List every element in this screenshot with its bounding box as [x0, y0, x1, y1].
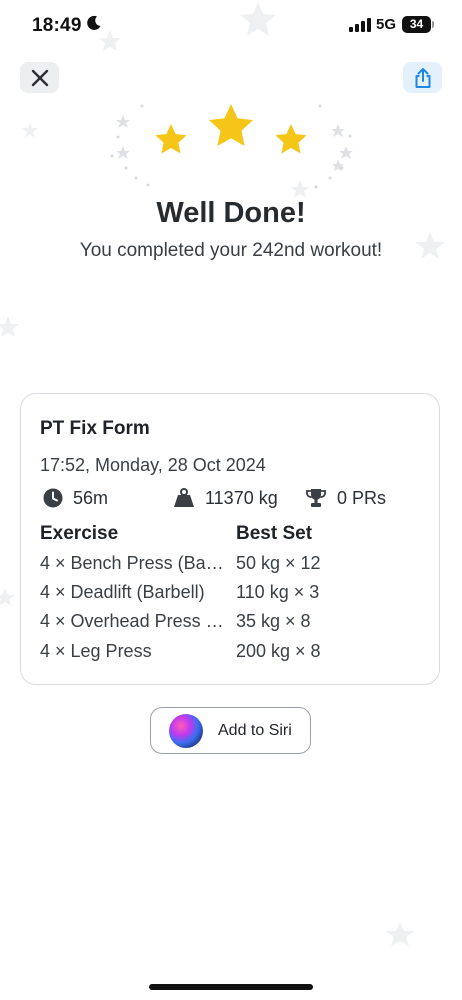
siri-icon [169, 714, 203, 748]
close-button[interactable] [20, 62, 59, 93]
network-label: 5G [376, 16, 397, 33]
sparkle-star-icon [116, 115, 130, 128]
add-to-siri-button[interactable]: Add to Siri [150, 707, 311, 754]
star-icon [275, 124, 307, 154]
best-set-value: 35 kg × 8 [236, 611, 311, 631]
exercise-name: 4 × Overhead Press (Barbell) [40, 611, 226, 631]
workout-name: PT Fix Form [40, 418, 150, 439]
status-bar: 18:49 5G 34 [0, 0, 462, 52]
status-time: 18:49 [32, 15, 82, 36]
share-button[interactable] [403, 62, 442, 93]
siri-label: Add to Siri [218, 722, 292, 739]
best-set-value: 200 kg × 8 [236, 641, 321, 661]
signal-icon [349, 18, 371, 32]
prs-stat: 0 PRs [305, 486, 386, 510]
duration-stat: 56m [43, 486, 108, 510]
confetti-star-icon [0, 588, 15, 606]
confetti-star-icon [22, 122, 38, 138]
moon-icon [87, 15, 101, 30]
best-set-header: Best Set [236, 523, 313, 544]
sparkle-star-icon [339, 146, 353, 159]
weight-icon [174, 488, 194, 507]
sparkle-star-icon [116, 146, 130, 159]
page-title: Well Done! [156, 197, 306, 229]
clock-icon [43, 488, 63, 508]
volume-stat: 11370 kg [173, 486, 278, 510]
exercise-row: 4 × Deadlift (Barbell) 110 kg × 3 [21, 582, 439, 610]
battery-level: 34 [409, 17, 424, 31]
close-icon [31, 69, 48, 86]
share-icon [415, 67, 430, 88]
prs-value: 0 PRs [337, 487, 387, 508]
duration-value: 56m [73, 487, 109, 508]
home-indicator[interactable] [149, 984, 313, 990]
star-icon [209, 104, 253, 146]
battery-icon: 34 [402, 16, 431, 33]
confetti-star-icon [386, 922, 414, 946]
star-icon [155, 124, 187, 154]
rating-stars [155, 104, 307, 154]
exercise-name: 4 × Deadlift (Barbell) [40, 582, 205, 602]
exercise-name: 4 × Bench Press (Barbell) [40, 553, 226, 573]
volume-value: 11370 kg [205, 487, 278, 508]
battery-cap [432, 21, 434, 28]
workout-date: 17:52, Monday, 28 Oct 2024 [40, 455, 266, 475]
exercise-row: 4 × Overhead Press (Barbell) 35 kg × 8 [21, 611, 439, 639]
exercise-header: Exercise [40, 523, 119, 544]
exercise-name: 4 × Leg Press [40, 641, 152, 661]
best-set-value: 50 kg × 12 [236, 553, 321, 573]
trophy-icon [306, 489, 326, 507]
sparkle-star-icon [331, 124, 345, 137]
exercise-row: 4 × Leg Press 200 kg × 8 [21, 641, 439, 669]
sparkle-star-icon [332, 160, 344, 171]
best-set-value: 110 kg × 3 [236, 582, 320, 602]
confetti-star-icon [290, 180, 310, 198]
page-subtitle: You completed your 242nd workout! [79, 240, 383, 261]
exercise-row: 4 × Bench Press (Barbell) 50 kg × 12 [21, 553, 439, 581]
confetti-star-icon [0, 316, 19, 337]
workout-summary-card[interactable]: PT Fix Form 17:52, Monday, 28 Oct 2024 5… [20, 393, 440, 685]
